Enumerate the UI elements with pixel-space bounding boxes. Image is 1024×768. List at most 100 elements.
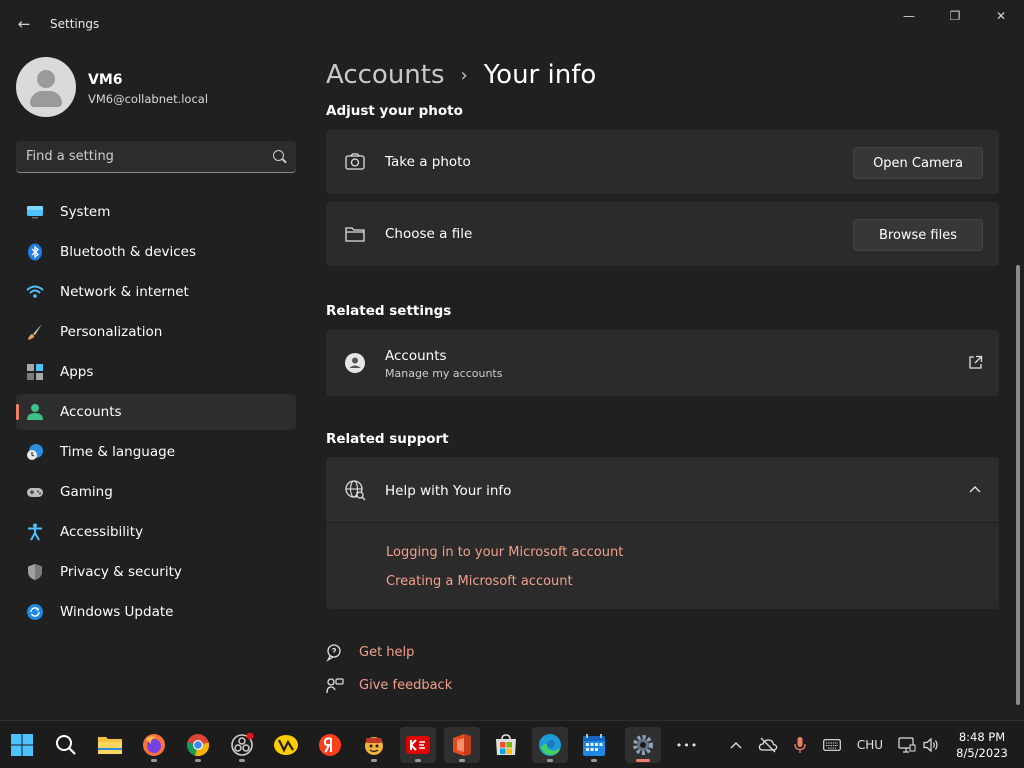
restore-icon: ❐: [949, 9, 961, 23]
tray-network[interactable]: [896, 721, 918, 768]
monitor-icon: [27, 206, 43, 219]
title-bar: ← Settings — ❐ ✕: [0, 0, 1024, 48]
sidebar-item-apps[interactable]: Apps: [16, 354, 296, 390]
more-icon: •••: [675, 738, 699, 752]
chevron-up-icon[interactable]: [969, 485, 981, 493]
sidebar-item-time-language[interactable]: Time & language: [16, 434, 296, 470]
help-card: Help with Your info Logging in to your M…: [326, 457, 999, 609]
scrollbar[interactable]: [1016, 265, 1020, 705]
avatar-head: [37, 70, 55, 88]
sidebar-item-privacy[interactable]: Privacy & security: [16, 554, 296, 590]
tray-onedrive[interactable]: [756, 721, 780, 768]
tray-language[interactable]: CHU: [852, 721, 888, 768]
taskbar-kis[interactable]: [400, 727, 436, 763]
taskbar-settings[interactable]: [625, 727, 661, 763]
minimize-button[interactable]: —: [886, 0, 932, 32]
avatar-body: [30, 91, 62, 107]
yandex-disk-icon: [274, 735, 298, 755]
sidebar-item-label: Time & language: [60, 444, 176, 460]
apps-icon: [27, 364, 43, 380]
adjust-photo-heading: Adjust your photo: [326, 103, 463, 119]
help-header[interactable]: Help with Your info: [326, 457, 999, 523]
tray-microphone[interactable]: [788, 721, 812, 768]
related-support-heading: Related support: [326, 431, 449, 447]
taskbar-yandex-browser[interactable]: [312, 727, 348, 763]
taskbar-obs[interactable]: [224, 727, 260, 763]
taskbar-search-button[interactable]: [48, 727, 84, 763]
taskbar-clock[interactable]: 8:48 PM 8/5/2023: [950, 729, 1014, 761]
taskbar-store[interactable]: [488, 727, 524, 763]
office-icon: [453, 734, 471, 756]
sidebar-item-accessibility[interactable]: Accessibility: [16, 514, 296, 550]
user-name: VM6: [88, 72, 123, 88]
breadcrumb-chevron-icon: ›: [460, 64, 468, 86]
open-camera-button[interactable]: Open Camera: [853, 147, 983, 179]
running-indicator: [459, 759, 465, 762]
taskbar-game[interactable]: [356, 727, 392, 763]
choose-file-card: Choose a file Browse files: [326, 202, 999, 266]
start-icon: [11, 734, 33, 756]
close-icon: ✕: [995, 9, 1007, 23]
tray-overflow-button[interactable]: [724, 721, 748, 768]
sidebar: VM6 VM6@collabnet.local System Bluetooth…: [0, 48, 310, 720]
edge-icon: [539, 734, 561, 756]
taskbar-chrome[interactable]: [180, 727, 216, 763]
external-link-icon: [969, 355, 983, 369]
taskbar-firefox[interactable]: [136, 727, 172, 763]
sidebar-item-bluetooth[interactable]: Bluetooth & devices: [16, 234, 296, 270]
back-button[interactable]: ←: [10, 12, 38, 36]
close-button[interactable]: ✕: [978, 0, 1024, 32]
network-icon: [898, 737, 916, 753]
taskbar-calendar[interactable]: [576, 727, 612, 763]
keyboard-icon: [823, 739, 841, 751]
taskbar-office[interactable]: [444, 727, 480, 763]
help-link-logging-in[interactable]: Logging in to your Microsoft account: [386, 545, 623, 560]
kis-icon: [406, 736, 430, 754]
search-icon[interactable]: [273, 150, 284, 161]
running-indicator: [239, 759, 245, 762]
accounts-subtitle: Manage my accounts: [385, 367, 503, 380]
tray-keyboard[interactable]: [820, 721, 844, 768]
sidebar-item-windows-update[interactable]: Windows Update: [16, 594, 296, 630]
running-indicator: [547, 759, 553, 762]
search-input[interactable]: [26, 141, 266, 172]
language-indicator: CHU: [856, 738, 884, 752]
sidebar-item-system[interactable]: System: [16, 194, 296, 230]
sidebar-item-gaming[interactable]: Gaming: [16, 474, 296, 510]
accounts-card[interactable]: Accounts Manage my accounts: [326, 330, 999, 396]
taskbar-file-explorer[interactable]: [92, 727, 128, 763]
sidebar-item-label: System: [60, 204, 111, 220]
tray-volume[interactable]: [920, 721, 942, 768]
sidebar-item-label: Personalization: [60, 324, 163, 340]
sidebar-item-personalization[interactable]: Personalization: [16, 314, 296, 350]
search-box[interactable]: [16, 141, 296, 173]
browse-files-button[interactable]: Browse files: [853, 219, 983, 251]
avatar[interactable]: [16, 57, 76, 117]
firefox-icon: [143, 734, 165, 756]
wifi-icon: [26, 285, 44, 298]
clock-time: 8:48 PM: [958, 730, 1006, 744]
help-link-creating-account[interactable]: Creating a Microsoft account: [386, 574, 573, 589]
running-indicator: [591, 759, 597, 762]
sidebar-item-label: Accessibility: [60, 524, 144, 540]
sidebar-item-accounts[interactable]: Accounts: [16, 394, 296, 430]
sidebar-item-network[interactable]: Network & internet: [16, 274, 296, 310]
sidebar-item-label: Apps: [60, 364, 94, 380]
give-feedback-link[interactable]: Give feedback: [359, 678, 452, 693]
bluetooth-icon: [28, 243, 42, 261]
search-icon: [56, 735, 76, 755]
nav-list: System Bluetooth & devices Network & int…: [16, 194, 296, 634]
taskbar-yandex-disk[interactable]: [268, 727, 304, 763]
maximize-button[interactable]: ❐: [932, 0, 978, 32]
settings-icon: [633, 735, 653, 755]
breadcrumb-accounts[interactable]: Accounts: [326, 60, 445, 90]
camera-icon: [345, 153, 365, 170]
get-help-link[interactable]: Get help: [359, 645, 414, 660]
sidebar-item-label: Privacy & security: [60, 564, 182, 580]
app-title: Settings: [50, 17, 100, 31]
taskbar-more-button[interactable]: •••: [669, 727, 705, 763]
get-help-icon: [326, 644, 341, 662]
cloud-off-icon: [758, 737, 778, 753]
taskbar-edge[interactable]: [532, 727, 568, 763]
start-button[interactable]: [4, 727, 40, 763]
